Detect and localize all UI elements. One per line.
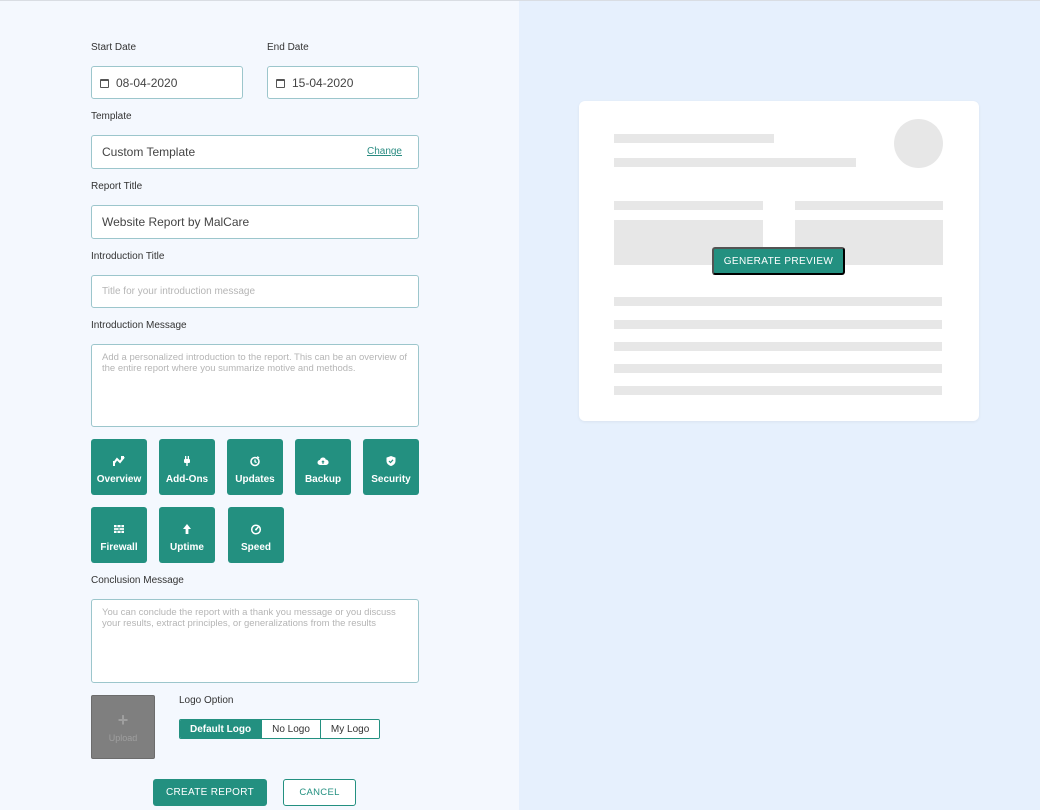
preview-placeholder-line — [614, 320, 942, 329]
section-tile-label: Add-Ons — [165, 474, 209, 485]
section-tile-overview[interactable]: Overview — [91, 439, 147, 495]
plug-icon — [184, 456, 190, 466]
end-date-value: 15-04-2020 — [292, 75, 354, 90]
section-tile-label: Speed — [240, 542, 271, 553]
upload-label: Upload — [108, 732, 138, 743]
section-tile-firewall[interactable]: Firewall — [91, 507, 147, 563]
conclusion-textarea[interactable]: You can conclude the report with a thank… — [91, 599, 419, 683]
template-value: Custom Template — [102, 145, 196, 159]
preview-placeholder-line — [795, 201, 943, 210]
template-label: Template — [91, 111, 132, 122]
section-tile-label: Overview — [96, 474, 142, 485]
section-tile-backup[interactable]: Backup — [295, 439, 351, 495]
section-tile-security[interactable]: Security — [363, 439, 419, 495]
intro-title-label: Introduction Title — [91, 251, 165, 262]
preview-placeholder-avatar — [894, 119, 943, 168]
template-field: Custom Template Change — [91, 135, 419, 169]
start-date-value: 08-04-2020 — [116, 75, 178, 90]
intro-title-input[interactable]: Title for your introduction message — [91, 275, 419, 308]
generate-preview-button[interactable]: GENERATE PREVIEW — [712, 247, 845, 275]
conclusion-label: Conclusion Message — [91, 575, 184, 586]
logo-option-label: Logo Option — [179, 695, 234, 706]
speedometer-icon — [250, 524, 262, 535]
preview-placeholder-line — [614, 134, 774, 143]
preview-placeholder-line — [614, 342, 942, 351]
cloud-icon — [317, 457, 329, 465]
plus-icon: + — [117, 709, 129, 730]
section-tile-label: Uptime — [170, 542, 204, 553]
report-title-value: Website Report by MalCare — [102, 215, 250, 229]
intro-title-placeholder: Title for your introduction message — [102, 286, 256, 297]
logo-option-none[interactable]: No Logo — [261, 720, 320, 738]
section-tile-label: Updates — [235, 474, 275, 485]
section-tile-uptime[interactable]: Uptime — [159, 507, 215, 563]
template-change-link[interactable]: Change — [367, 146, 402, 157]
intro-message-placeholder: Add a personalized introduction to the r… — [102, 352, 408, 374]
section-tile-label: Backup — [304, 474, 342, 485]
calendar-icon — [100, 78, 109, 88]
cancel-button[interactable]: CANCEL — [283, 779, 356, 806]
preview-placeholder-line — [614, 364, 942, 373]
section-tile-label: Firewall — [100, 542, 138, 553]
preview-placeholder-line — [614, 201, 763, 210]
intro-message-textarea[interactable]: Add a personalized introduction to the r… — [91, 344, 419, 427]
create-report-button[interactable]: CREATE REPORT — [153, 779, 267, 806]
preview-placeholder-line — [614, 158, 856, 167]
refresh-icon — [250, 456, 260, 467]
logo-option-default[interactable]: Default Logo — [180, 720, 262, 738]
intro-message-label: Introduction Message — [91, 320, 187, 331]
logo-option-mine[interactable]: My Logo — [319, 720, 380, 738]
section-tile-updates[interactable]: Updates — [227, 439, 283, 495]
start-date-field[interactable]: 08-04-2020 — [91, 66, 243, 99]
logo-option-selector: Default Logo No Logo My Logo — [179, 719, 381, 739]
report-title-label: Report Title — [91, 181, 143, 192]
preview-placeholder-line — [614, 297, 942, 306]
shield-icon — [386, 456, 396, 466]
end-date-field[interactable]: 15-04-2020 — [267, 66, 419, 99]
arrow-up-icon — [183, 524, 191, 534]
calendar-icon — [276, 78, 285, 88]
preview-placeholder-line — [614, 386, 942, 395]
start-date-label: Start Date — [91, 42, 137, 53]
section-tile-speed[interactable]: Speed — [228, 507, 284, 563]
end-date-label: End Date — [267, 42, 309, 53]
logo-upload-box[interactable]: + Upload — [91, 695, 155, 759]
chart-icon — [113, 456, 125, 466]
section-tile-add-ons[interactable]: Add-Ons — [159, 439, 215, 495]
firewall-icon — [114, 525, 124, 533]
conclusion-placeholder: You can conclude the report with a thank… — [102, 607, 396, 629]
section-tile-label: Security — [371, 474, 411, 485]
report-title-input[interactable]: Website Report by MalCare — [91, 205, 419, 239]
